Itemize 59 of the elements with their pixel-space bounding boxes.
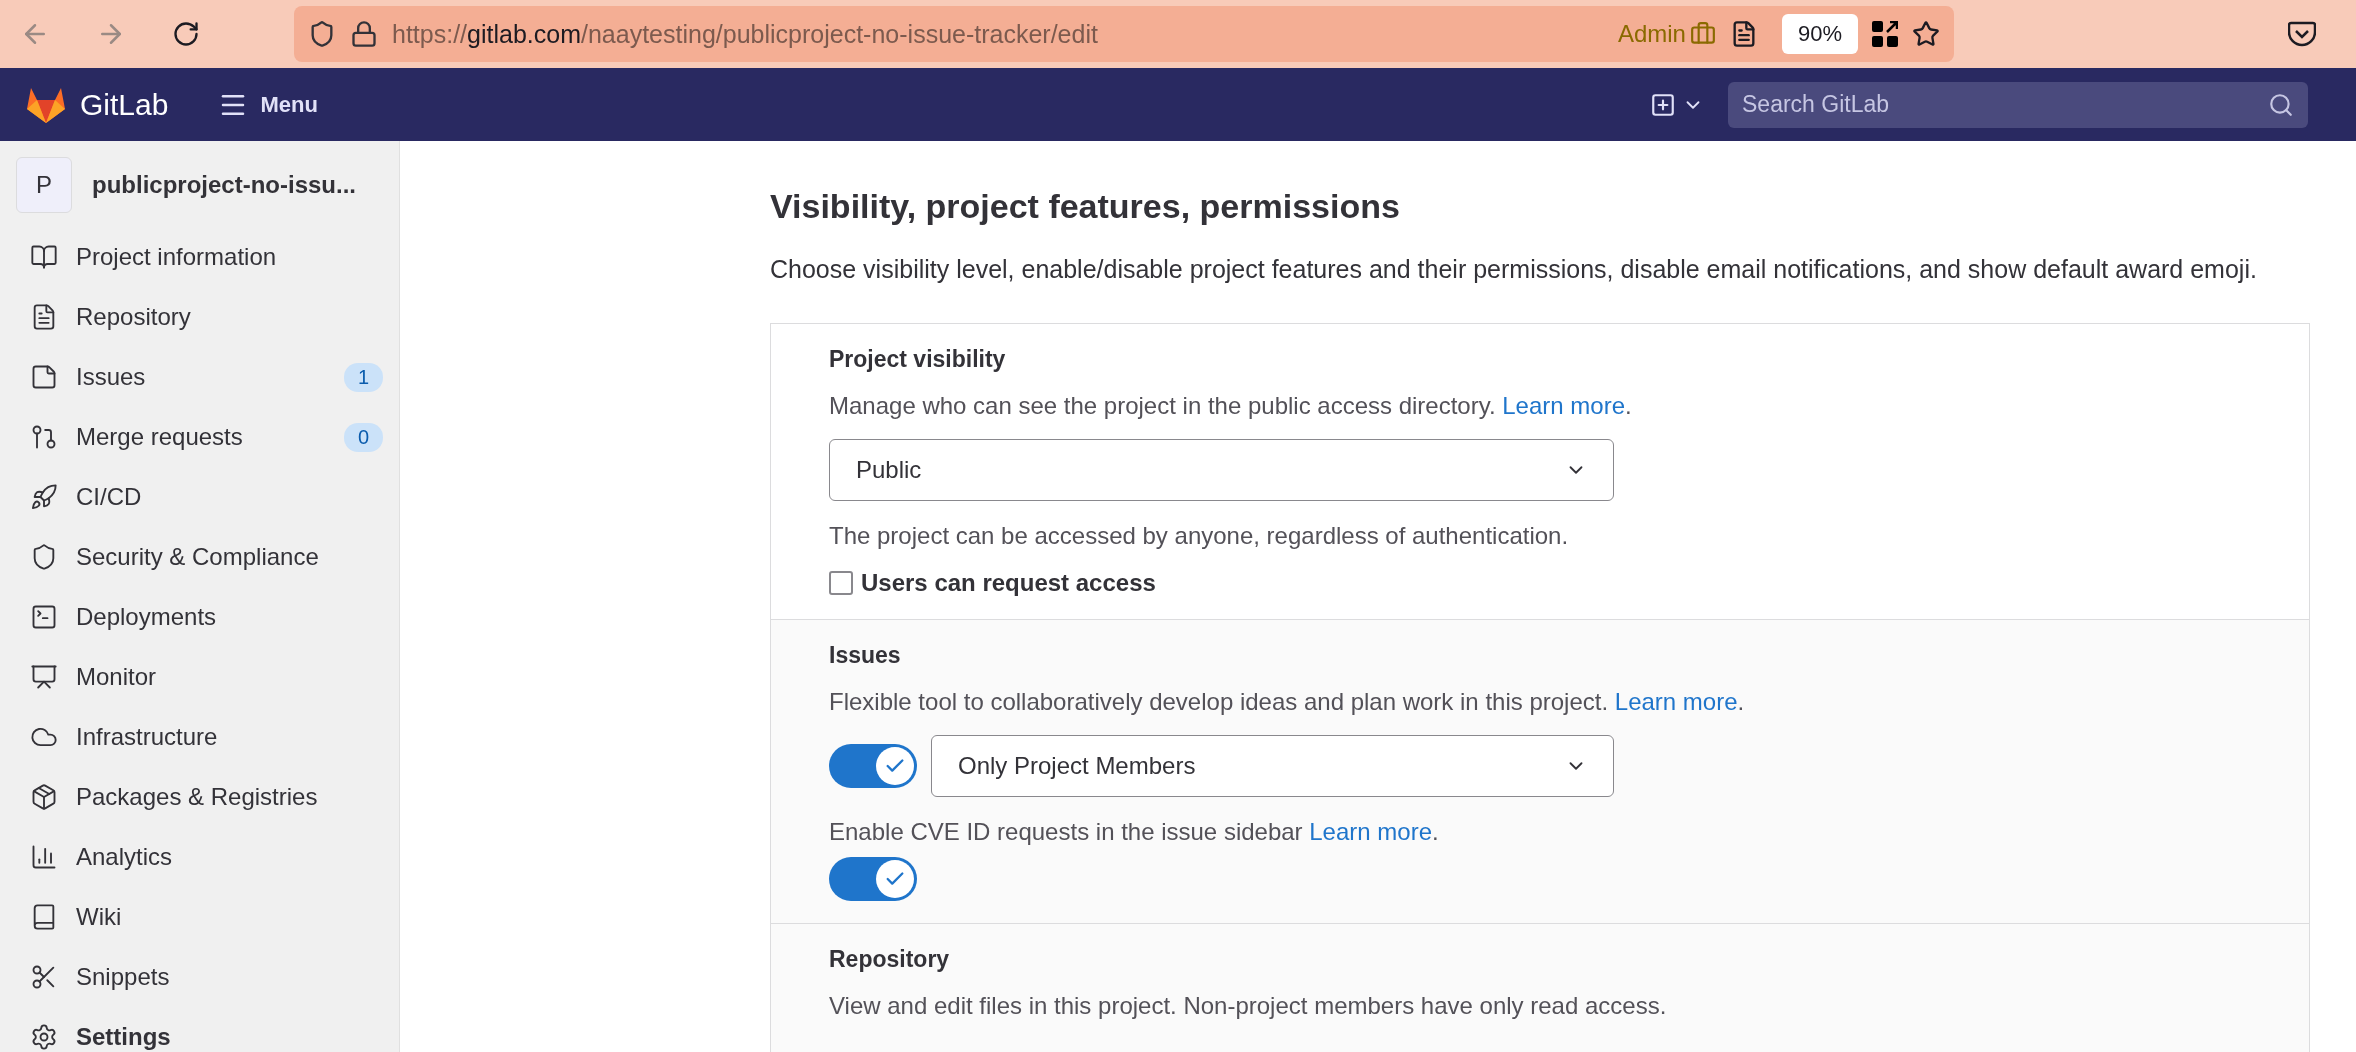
briefcase-icon [1689,21,1716,47]
package-icon [30,783,58,811]
visibility-select[interactable]: Public [829,439,1614,501]
sidebar-item[interactable]: Monitor [0,647,399,707]
count-badge: 0 [343,422,383,452]
sidebar-item[interactable]: Packages & Registries [0,767,399,827]
checkbox[interactable] [829,571,853,595]
terminal-icon [30,603,58,631]
zoom-level-button[interactable]: 90% [1781,14,1858,54]
url-field[interactable]: https://gitlab.com/naaytesting/publicproject-no-issue-tracker/edit [392,19,1604,49]
menu-button[interactable]: Menu [218,89,318,120]
toggle-switch[interactable] [829,857,917,901]
learn-more-link[interactable]: Learn more [1614,688,1738,715]
reload-button[interactable] [172,20,200,48]
learn-more-link[interactable]: Learn more [1309,818,1432,845]
page-description: Choose visibility level, enable/disable project features and their permissions, disable email notifications, and show default award emoji. [770,254,2258,285]
sidebar-item[interactable]: Security & Compliance [0,527,399,587]
count-badge: 1 [343,362,383,392]
help-text: Manage who can see the project in the public access directory. Learn more. [829,391,1633,421]
grid-icon[interactable] [1872,21,1898,47]
access-select[interactable]: Only Project Members [931,735,1614,797]
star-icon[interactable] [1912,20,1940,48]
settings-icon [30,1023,58,1051]
sidebar-item[interactable]: Infrastructure [0,707,399,767]
merge-request-icon [30,423,58,451]
sidebar-item[interactable]: Project information [0,227,399,287]
rocket-icon [30,483,58,511]
presentation-icon [30,663,58,691]
sidebar-item[interactable]: Snippets [0,947,399,1007]
toggle-switch[interactable] [829,744,917,788]
help-text: View and edit files in this project. Non-project members have only read access. [829,991,1668,1021]
sidebar-item[interactable]: Repository [0,287,399,347]
search-icon [2268,91,2294,118]
chart-icon [30,843,58,871]
sidebar-item[interactable]: Deployments [0,587,399,647]
learn-more-link[interactable]: Learn more [1502,392,1625,419]
sidebar-item[interactable]: CI/CD [0,467,399,527]
section-title: Issues [829,642,902,669]
note-icon [30,363,58,391]
pocket-icon[interactable] [2288,21,2316,47]
gitlab-home-link[interactable]: GitLab [26,85,169,124]
help-text: Enable CVE ID requests in the issue sidebar Learn more. [829,817,1440,847]
lock-icon [350,20,378,48]
search-field[interactable]: Search GitLab [1728,81,2308,128]
sidebar-item[interactable]: Issues 1 [0,347,399,407]
checkbox-label: Users can request access [861,569,1156,597]
book-icon [30,243,58,271]
section-title: Project visibility [829,346,1007,373]
help-text: The project can be accessed by anyone, regardless of authentication. [829,521,1570,551]
sidebar-item[interactable]: Analytics [0,827,399,887]
help-text: Flexible tool to collaboratively develop ideas and plan work in this project. Learn more. [829,687,1746,717]
page-title: Visibility, project features, permissions [770,187,1401,226]
plus-icon [1650,91,1676,118]
section-title: Repository [829,946,951,973]
sidebar-item[interactable]: Settings [0,1007,399,1052]
project-link[interactable]: P publicproject-no-issu... [0,155,399,215]
sidebar-item[interactable]: Merge requests 0 [0,407,399,467]
sidebar-item[interactable]: Wiki [0,887,399,947]
admin-label: Admin [1617,20,1686,48]
